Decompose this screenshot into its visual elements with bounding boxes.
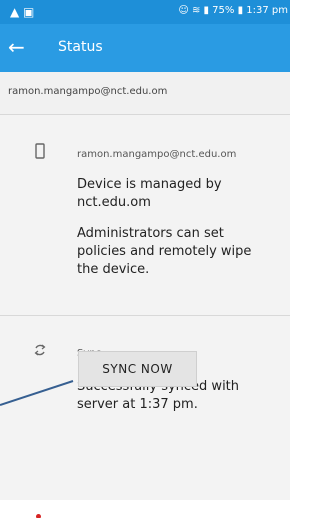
annotation-pointer-line	[0, 380, 74, 406]
